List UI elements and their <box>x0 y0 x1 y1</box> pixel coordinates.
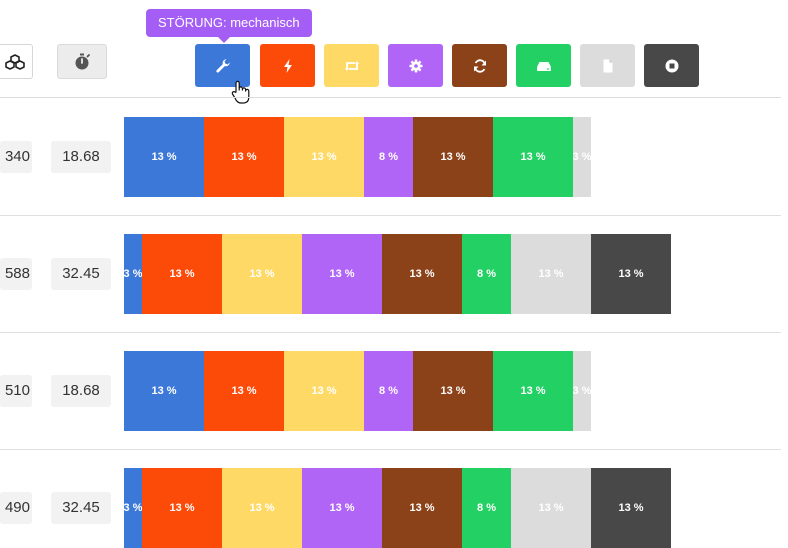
bar-segment: 13 % <box>382 468 462 548</box>
status-button-wechsel[interactable] <box>324 44 379 87</box>
row-value: 18.68 <box>51 141 111 173</box>
segment-label: 13 % <box>311 385 337 397</box>
segment-label: 13 % <box>409 502 435 514</box>
bar-segment: 13 % <box>222 234 302 314</box>
bar-segment: 3 % <box>124 234 142 314</box>
bar-segment: 3 % <box>124 468 142 548</box>
row-left-value: 588 <box>0 258 32 290</box>
segment-label: 13 % <box>520 385 546 397</box>
segment-label: 13 % <box>249 502 275 514</box>
bar-segment: 13 % <box>204 351 284 431</box>
stacked-bar: 3 % 13 % 13 % 13 % 13 % 8 % 13 % 13 % <box>124 468 671 548</box>
bar-segment: 13 % <box>284 351 364 431</box>
segment-label: 13 % <box>231 151 257 163</box>
row-value: 32.45 <box>51 258 111 290</box>
segment-label: 13 % <box>231 385 257 397</box>
stacked-bar: 13 % 13 % 13 % 8 % 13 % 13 % 3 % <box>124 117 591 197</box>
row-left-value: 510 <box>0 375 32 407</box>
bar-segment: 13 % <box>493 117 573 197</box>
stopwatch-icon <box>75 53 90 69</box>
document-icon <box>603 59 612 72</box>
row-divider <box>0 215 781 216</box>
bar-segment: 3 % <box>573 117 591 197</box>
bar-segment: 13 % <box>142 234 222 314</box>
status-button-stopp[interactable] <box>644 44 699 87</box>
boxes-tool-button[interactable] <box>0 44 33 79</box>
segment-label: 13 % <box>151 385 177 397</box>
segment-label: 13 % <box>538 268 564 280</box>
bar-segment: 8 % <box>364 117 413 197</box>
stacked-bar: 3 % 13 % 13 % 13 % 13 % 8 % 13 % 13 % <box>124 234 671 314</box>
status-button-umruestung[interactable] <box>452 44 507 87</box>
segment-label: 8 % <box>477 502 496 514</box>
segment-label: 13 % <box>618 268 644 280</box>
row-left-value: 340 <box>0 141 32 173</box>
bar-segment: 13 % <box>222 468 302 548</box>
status-button-laufend[interactable] <box>516 44 571 87</box>
drive-icon <box>536 61 551 71</box>
bar-segment: 13 % <box>124 351 204 431</box>
bar-segment: 13 % <box>382 234 462 314</box>
segment-label: 13 % <box>409 268 435 280</box>
hand-cursor-icon <box>231 80 250 104</box>
segment-label: 13 % <box>520 151 546 163</box>
bar-segment: 13 % <box>302 234 382 314</box>
tooltip-arrow <box>218 37 230 43</box>
segment-label: 3 % <box>573 151 591 163</box>
retweet-icon <box>344 60 359 71</box>
bar-segment: 13 % <box>591 468 671 548</box>
segment-label: 13 % <box>249 268 275 280</box>
segment-label: 13 % <box>169 268 195 280</box>
status-button-einstellung[interactable] <box>388 44 443 87</box>
bar-segment: 13 % <box>284 117 364 197</box>
bar-segment: 13 % <box>124 117 204 197</box>
toolbar-divider <box>0 97 781 98</box>
bar-segment: 13 % <box>413 351 493 431</box>
bar-segment: 13 % <box>204 117 284 197</box>
status-button-dokument[interactable] <box>580 44 635 87</box>
segment-label: 13 % <box>151 151 177 163</box>
segment-label: 3 % <box>573 385 591 397</box>
bar-segment: 13 % <box>511 468 591 548</box>
segment-label: 3 % <box>124 502 142 514</box>
cubes-icon <box>4 53 25 70</box>
bar-segment: 13 % <box>142 468 222 548</box>
status-button-elektrisch[interactable] <box>260 44 315 87</box>
segment-label: 13 % <box>311 151 337 163</box>
segment-label: 13 % <box>329 502 355 514</box>
row-value: 32.45 <box>51 492 111 524</box>
wrench-icon <box>215 58 230 73</box>
refresh-icon <box>473 58 486 73</box>
bar-segment: 13 % <box>413 117 493 197</box>
tooltip: STÖRUNG: mechanisch <box>146 9 312 37</box>
row-divider <box>0 449 781 450</box>
segment-label: 13 % <box>169 502 195 514</box>
segment-label: 13 % <box>618 502 644 514</box>
bolt-icon <box>283 58 292 73</box>
timer-tool-button[interactable] <box>57 44 107 79</box>
segment-label: 8 % <box>379 385 398 397</box>
bar-segment: 8 % <box>462 468 511 548</box>
gear-icon <box>409 59 422 72</box>
segment-label: 13 % <box>440 385 466 397</box>
segment-label: 3 % <box>124 268 142 280</box>
segment-label: 8 % <box>379 151 398 163</box>
bar-segment: 13 % <box>493 351 573 431</box>
segment-label: 13 % <box>538 502 564 514</box>
row-divider <box>0 332 781 333</box>
bar-segment: 13 % <box>511 234 591 314</box>
segment-label: 8 % <box>477 268 496 280</box>
row-value: 18.68 <box>51 375 111 407</box>
stacked-bar: 13 % 13 % 13 % 8 % 13 % 13 % 3 % <box>124 351 591 431</box>
stop-icon <box>665 59 678 72</box>
bar-segment: 8 % <box>462 234 511 314</box>
row-left-value: 490 <box>0 492 32 524</box>
bar-segment: 3 % <box>573 351 591 431</box>
segment-label: 13 % <box>440 151 466 163</box>
bar-segment: 13 % <box>591 234 671 314</box>
bar-segment: 13 % <box>302 468 382 548</box>
bar-segment: 8 % <box>364 351 413 431</box>
segment-label: 13 % <box>329 268 355 280</box>
